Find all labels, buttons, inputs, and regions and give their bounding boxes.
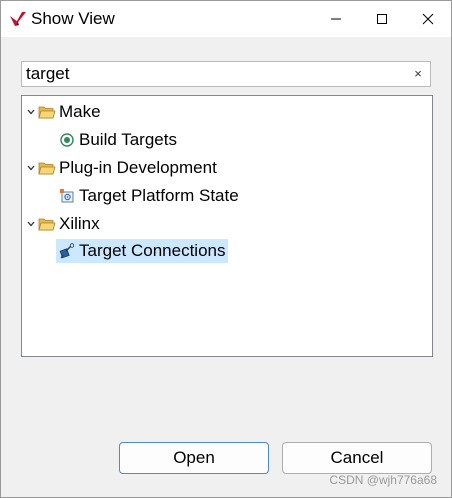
show-view-dialog: Show View × bbox=[0, 0, 452, 498]
maximize-icon bbox=[377, 14, 387, 24]
maximize-button[interactable] bbox=[359, 1, 405, 37]
target-connections-icon bbox=[58, 242, 76, 260]
filter-input[interactable] bbox=[24, 64, 406, 84]
tree-item-label: Build Targets bbox=[79, 130, 177, 149]
title-bar[interactable]: Show View bbox=[1, 1, 451, 37]
tree-item-target-platform-state[interactable]: Target Platform State bbox=[58, 184, 239, 208]
tree-item-label: Target Platform State bbox=[79, 186, 239, 205]
tree-item-build-targets[interactable]: Build Targets bbox=[58, 128, 177, 152]
open-folder-icon bbox=[38, 103, 56, 121]
window-title: Show View bbox=[31, 9, 115, 28]
close-icon bbox=[422, 13, 434, 25]
build-targets-icon bbox=[58, 131, 76, 149]
tree-item-label: Xilinx bbox=[59, 214, 100, 233]
target-platform-icon bbox=[58, 187, 76, 205]
tree-item-label: Target Connections bbox=[79, 241, 226, 260]
chevron-down-icon[interactable] bbox=[24, 217, 38, 231]
chevron-down-icon[interactable] bbox=[24, 105, 38, 119]
minimize-button[interactable] bbox=[313, 1, 359, 37]
clear-icon[interactable]: × bbox=[412, 67, 424, 81]
tree-item-target-connections[interactable]: Target Connections bbox=[56, 239, 229, 263]
tree-group-plug-in-development[interactable]: Plug-in Development bbox=[24, 156, 217, 180]
tree-item-label: Make bbox=[59, 102, 101, 121]
open-button[interactable]: Open bbox=[119, 442, 269, 474]
eclipse-app-icon bbox=[10, 12, 26, 26]
view-tree[interactable]: Make Build Targets Plug-in Development T… bbox=[21, 95, 433, 357]
tree-group-make[interactable]: Make bbox=[24, 100, 101, 124]
close-button[interactable] bbox=[405, 1, 451, 37]
cancel-button[interactable]: Cancel bbox=[282, 442, 432, 474]
watermark-text: CSDN @wjh776a68 bbox=[329, 473, 437, 487]
tree-group-xilinx[interactable]: Xilinx bbox=[24, 212, 100, 236]
filter-field[interactable]: × bbox=[21, 61, 431, 87]
tree-item-label: Plug-in Development bbox=[59, 158, 217, 177]
open-folder-icon bbox=[38, 215, 56, 233]
minimize-icon bbox=[331, 18, 341, 20]
chevron-down-icon[interactable] bbox=[24, 161, 38, 175]
open-folder-icon bbox=[38, 159, 56, 177]
